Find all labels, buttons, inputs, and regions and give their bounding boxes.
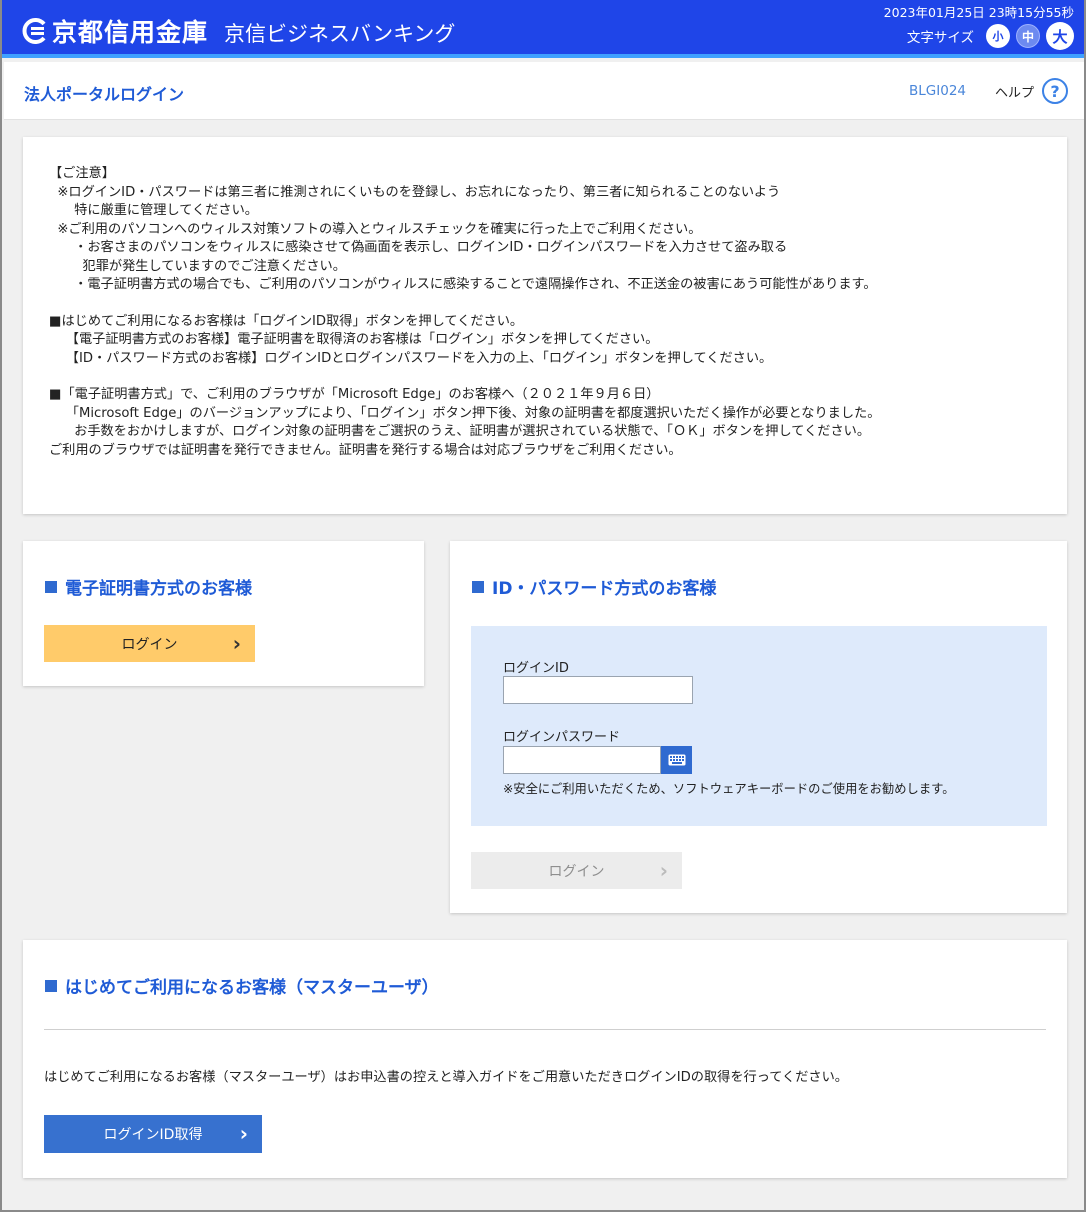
current-datetime: 2023年01月25日 23時15分55秒	[883, 5, 1074, 20]
notice-line: ※ログインID・パスワードは第三者に推測されにくいものを登録し、お忘れになったり…	[49, 184, 781, 200]
page-frame: 京都信用金庫 京信ビジネスバンキング 2023年01月25日 23時15分55秒…	[0, 0, 1086, 1212]
notice-line: 【ID・パスワード方式のお客様】ログインIDとログインパスワードを入力の上、「ロ…	[49, 350, 773, 366]
notice-line: ご利用のブラウザでは証明書を発行できません。証明書を発行する場合は対応ブラウザを…	[49, 442, 682, 458]
notice-line: ・電子証明書方式の場合でも、ご利用のパソコンがウィルスに感染することで遠隔操作さ…	[49, 277, 877, 292]
keyboard-icon	[668, 754, 685, 766]
app-name: 京信ビジネスバンキング	[224, 22, 456, 46]
cert-login-button[interactable]: ログイン ›	[44, 625, 255, 662]
idpw-login-card: ID・パスワード方式のお客様 ログインID ログインパスワード ※安全にご利用い…	[450, 541, 1067, 913]
cert-section-title: 電子証明書方式のお客様	[45, 574, 252, 599]
notice-line: 特に厳重に管理してください。	[49, 203, 258, 218]
password-label: ログインパスワード	[503, 730, 621, 745]
page-title: 法人ポータルログイン	[24, 85, 185, 104]
chevron-right-icon: ›	[659, 858, 668, 883]
get-login-id-label: ログインID取得	[103, 1127, 203, 1143]
cert-login-card: 電子証明書方式のお客様 ログイン ›	[23, 541, 424, 686]
notice-line: 犯罪が発生していますのでご注意ください。	[49, 258, 346, 274]
bank-logo: 京都信用金庫 京信ビジネスバンキング	[22, 14, 455, 48]
screen-id: BLGI024	[909, 83, 966, 99]
master-description: はじめてご利用になるお客様（マスターユーザ）はお申込書の控えと導入ガイドをご用意…	[44, 1070, 848, 1085]
notice-line: 「Microsoft Edge」のバージョンアップにより、「ログイン」ボタン押下…	[49, 405, 881, 421]
font-size-large-button[interactable]: 大	[1046, 22, 1074, 50]
master-section-title: はじめてご利用になるお客様（マスターユーザ）	[45, 973, 439, 998]
notice-card: 【ご注意】 ※ログインID・パスワードは第三者に推測されにくいものを登録し、お忘…	[23, 137, 1067, 514]
idpw-login-label: ログイン	[548, 863, 605, 880]
keyboard-note: ※安全にご利用いただくため、ソフトウェアキーボードのご使用をお勧めします。	[503, 782, 955, 796]
notice-line: 【ご注意】	[49, 166, 115, 181]
notice-line: お手数をおかけしますが、ログイン対象の証明書をご選択のうえ、証明書が選択されてい…	[49, 424, 871, 439]
master-section-title-text: はじめてご利用になるお客様（マスターユーザ）	[65, 978, 439, 998]
font-size-switcher: 文字サイズ 小 中 大	[907, 22, 1074, 50]
chevron-right-icon: ›	[239, 1121, 248, 1146]
bank-logo-icon	[22, 18, 46, 44]
help-label: ヘルプ	[994, 85, 1034, 101]
section-square-icon	[472, 580, 484, 593]
bank-name: 京都信用金庫	[52, 18, 209, 47]
get-login-id-button[interactable]: ログインID取得 ›	[44, 1115, 262, 1153]
section-square-icon	[45, 979, 57, 992]
chevron-right-icon: ›	[232, 631, 241, 656]
help-link[interactable]: ヘルプ ?	[995, 78, 1068, 104]
notice-line: 【電子証明書方式のお客様】電子証明書を取得済のお客様は「ログイン」ボタンを押して…	[49, 332, 659, 347]
font-size-small-button[interactable]: 小	[986, 24, 1010, 48]
login-id-input[interactable]	[503, 676, 693, 704]
header-bar: 京都信用金庫 京信ビジネスバンキング 2023年01月25日 23時15分55秒…	[2, 0, 1084, 58]
software-keyboard-button[interactable]	[661, 746, 692, 774]
idpw-section-title-text: ID・パスワード方式のお客様	[492, 579, 717, 599]
notice-line: ※ご利用のパソコンへのウィルス対策ソフトの導入とウィルスチェックを確実に行った上…	[49, 221, 702, 237]
credentials-panel: ログインID ログインパスワード ※安全にご利用いただくため、ソフトウェアキーボ…	[471, 626, 1047, 826]
notice-spacer	[49, 295, 1041, 313]
notice-line: ■「電子証明書方式」で、ご利用のブラウザが「Microsoft Edge」のお客…	[49, 387, 660, 402]
notice-line: ・お客さまのパソコンをウィルスに感染させて偽画面を表示し、ログインID・ログイン…	[49, 240, 788, 255]
master-user-card: はじめてご利用になるお客様（マスターユーザ） はじめてご利用になるお客様（マスタ…	[23, 940, 1067, 1178]
idpw-section-title: ID・パスワード方式のお客様	[472, 574, 716, 599]
section-square-icon	[45, 580, 57, 593]
notice-line: ■はじめてご利用になるお客様は「ログインID取得」ボタンを押してください。	[49, 313, 524, 329]
title-bar: 法人ポータルログイン BLGI024 ヘルプ ?	[4, 62, 1084, 120]
font-size-label: 文字サイズ	[906, 30, 974, 46]
idpw-login-button[interactable]: ログイン ›	[471, 852, 682, 889]
help-question-icon[interactable]: ?	[1042, 78, 1068, 104]
notice-spacer	[49, 368, 1041, 386]
cert-login-label: ログイン	[121, 636, 178, 653]
font-size-medium-button[interactable]: 中	[1016, 24, 1040, 48]
login-id-label: ログインID	[503, 661, 569, 676]
password-input[interactable]	[503, 746, 661, 774]
section-divider	[44, 1029, 1046, 1030]
cert-section-title-text: 電子証明書方式のお客様	[65, 579, 252, 599]
